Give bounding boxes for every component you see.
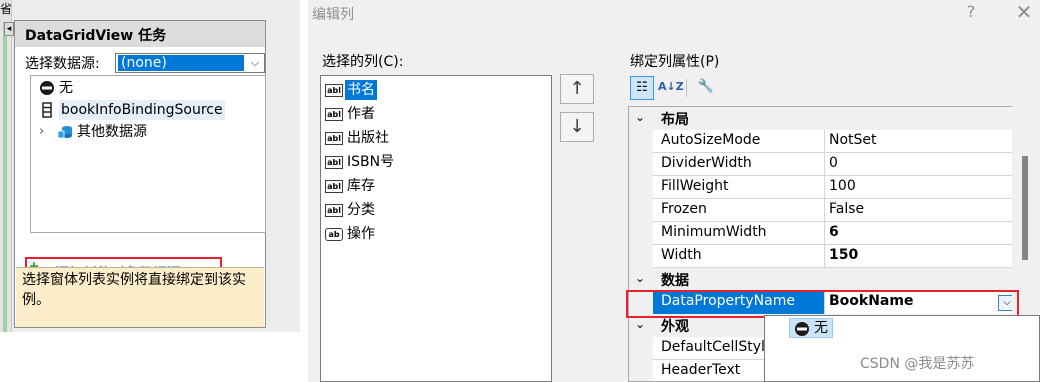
- category-label: 外观: [661, 319, 689, 335]
- wrench-icon[interactable]: 🔧: [694, 76, 718, 100]
- datagridview-tasks-panel: DataGridView 任务 选择数据源: (none) ⌵ 无 bookIn…: [14, 20, 266, 328]
- property-row[interactable]: MinimumWidth 6: [629, 222, 1029, 245]
- category-label: 数据: [661, 273, 689, 289]
- column-divider: [824, 245, 825, 268]
- row-gutter: [629, 130, 653, 153]
- datasource-label: 选择数据源:: [25, 56, 100, 72]
- data-sources-icon: [57, 126, 72, 139]
- column-label: 书名: [345, 80, 377, 100]
- property-row[interactable]: Width 150: [629, 245, 1029, 268]
- category-layout[interactable]: ⌄ 布局: [629, 107, 1029, 130]
- textbox-column-icon: abl: [325, 84, 343, 97]
- collapse-icon[interactable]: ⌄: [635, 110, 645, 124]
- column-label: 出版社: [347, 130, 389, 146]
- alphabetical-view-icon[interactable]: A↓Z: [658, 76, 684, 100]
- property-name: HeaderText: [661, 362, 741, 378]
- property-value[interactable]: 6: [829, 224, 839, 240]
- panel-title: DataGridView 任务: [15, 21, 265, 47]
- column-label: 操作: [347, 226, 375, 242]
- property-row[interactable]: DividerWidth 0: [629, 153, 1029, 176]
- ruler-marker: [3, 22, 7, 332]
- property-name: MinimumWidth: [661, 224, 767, 240]
- column-divider: [824, 153, 825, 176]
- smart-tag-arrow-icon[interactable]: ◂: [4, 22, 14, 36]
- textbox-column-icon: abl: [325, 132, 343, 145]
- row-gutter: [629, 222, 653, 245]
- no-entry-icon: [795, 322, 809, 336]
- button-column-icon: ab: [325, 228, 343, 241]
- dialog-title: 编辑列: [312, 7, 354, 23]
- tree-item-none[interactable]: 无: [39, 78, 99, 98]
- property-value[interactable]: 0: [829, 155, 838, 171]
- property-value[interactable]: False: [829, 201, 864, 217]
- datapropertyname-highlight: [626, 290, 1019, 318]
- ruler-text: 省: [0, 2, 13, 16]
- description-text: 选择窗体列表实例将直接绑定到该实例。: [16, 267, 264, 327]
- no-entry-icon: [40, 81, 54, 95]
- column-label: 分类: [347, 202, 375, 218]
- close-icon[interactable]: ✕: [1014, 0, 1034, 24]
- property-name: Frozen: [661, 201, 707, 217]
- category-label: 布局: [661, 112, 689, 128]
- help-icon[interactable]: ?: [964, 2, 978, 21]
- bound-column-properties-label: 绑定列属性(P): [630, 54, 720, 70]
- selected-columns-list[interactable]: abl 书名 abl 作者 abl 出版社 abl ISBN号 abl 库存 a…: [320, 75, 552, 382]
- column-divider: [824, 222, 825, 245]
- row-gutter: [629, 153, 653, 176]
- property-name: FillWeight: [661, 178, 729, 194]
- datasource-row: 选择数据源: (none) ⌵: [25, 53, 265, 73]
- dropdown-item-label: 无: [814, 320, 828, 336]
- binding-source-icon: [42, 102, 52, 118]
- textbox-column-icon: abl: [325, 156, 343, 169]
- property-row[interactable]: Frozen False: [629, 199, 1029, 222]
- column-label: ISBN号: [347, 154, 395, 170]
- textbox-column-icon: abl: [325, 180, 343, 193]
- collapse-icon[interactable]: ⌄: [635, 317, 645, 331]
- collapse-icon[interactable]: ⌄: [635, 271, 645, 285]
- category-data[interactable]: ⌄ 数据: [629, 268, 1029, 291]
- scrollbar-thumb[interactable]: [1022, 156, 1028, 260]
- row-gutter: [629, 199, 653, 222]
- row-gutter: [629, 176, 653, 199]
- tree-item-label: 无: [59, 80, 73, 96]
- column-label: 库存: [347, 178, 375, 194]
- row-gutter: [629, 245, 653, 268]
- column-label: 作者: [347, 106, 375, 122]
- move-up-button[interactable]: ↑: [560, 74, 594, 104]
- property-row[interactable]: AutoSizeMode NotSet: [629, 130, 1029, 153]
- tree-item-label: bookInfoBindingSource: [59, 100, 225, 120]
- property-name: AutoSizeMode: [661, 132, 761, 148]
- textbox-column-icon: abl: [325, 108, 343, 121]
- property-name: DividerWidth: [661, 155, 752, 171]
- selected-columns-label: 选择的列(C):: [322, 54, 404, 70]
- textbox-column-icon: abl: [325, 204, 343, 217]
- toolbar-separator: [686, 79, 687, 97]
- property-row[interactable]: FillWeight 100: [629, 176, 1029, 199]
- property-name: DefaultCellStyl: [661, 339, 765, 355]
- datasource-combobox[interactable]: (none) ⌵: [115, 53, 265, 73]
- row-gutter: [629, 360, 653, 381]
- dropdown-item-none[interactable]: 无: [789, 318, 833, 338]
- tree-item-other-sources[interactable]: › 其他数据源: [39, 122, 179, 142]
- watermark-text: CSDN @我是苏苏: [860, 356, 975, 372]
- tree-item-label: 其他数据源: [77, 124, 147, 140]
- property-value[interactable]: 150: [829, 247, 858, 263]
- datasource-value: (none): [118, 55, 244, 71]
- move-down-button[interactable]: ↓: [560, 112, 594, 142]
- chevron-down-icon[interactable]: ⌵: [246, 54, 264, 72]
- datasource-tree[interactable]: 无 bookInfoBindingSource › 其他数据源: [30, 75, 266, 233]
- chevron-right-icon[interactable]: ›: [39, 122, 44, 142]
- property-value[interactable]: NotSet: [829, 132, 877, 148]
- designer-ruler: 省 ◂: [0, 0, 14, 332]
- column-divider: [824, 176, 825, 199]
- tree-item-bindingsource[interactable]: bookInfoBindingSource: [39, 100, 259, 120]
- property-grid-toolbar: ☷ A↓Z 🔧: [628, 76, 1028, 102]
- property-value[interactable]: 100: [829, 178, 856, 194]
- categorized-view-icon[interactable]: ☷: [630, 76, 654, 100]
- row-gutter: [629, 337, 653, 360]
- column-divider: [824, 199, 825, 222]
- column-divider: [824, 130, 825, 153]
- property-name: Width: [661, 247, 702, 263]
